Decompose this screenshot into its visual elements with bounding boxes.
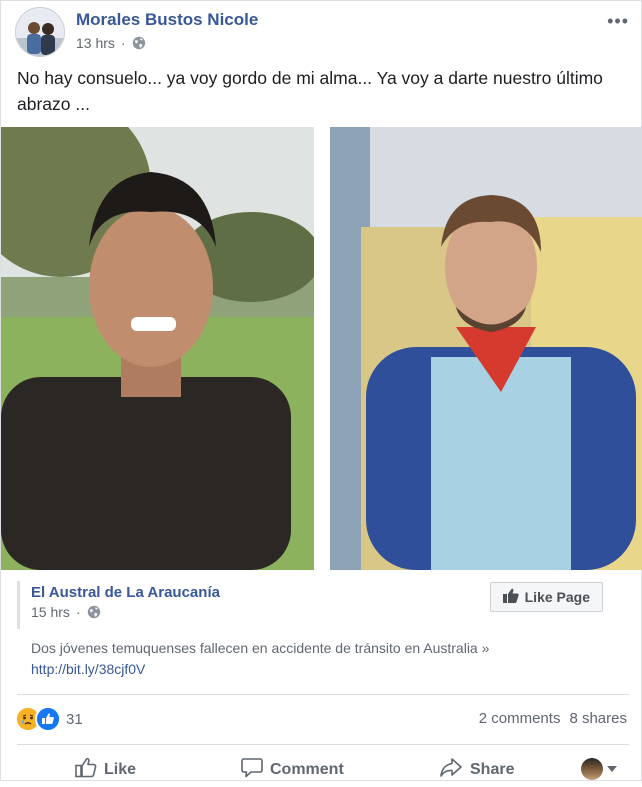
comments-count[interactable]: 2 comments xyxy=(479,710,561,727)
chevron-down-icon xyxy=(607,766,617,772)
thumbs-up-icon xyxy=(75,757,97,783)
share-arrow-icon xyxy=(439,757,463,783)
link-source-name[interactable]: El Austral de La Araucanía xyxy=(31,584,220,601)
comment-label: Comment xyxy=(270,761,344,778)
facebook-post: Morales Bustos Nicole 13 hrs · ••• No ha… xyxy=(0,0,642,781)
reaction-count[interactable]: 31 xyxy=(66,711,83,728)
link-description[interactable]: Dos jóvenes temuquenses fallecen en acci… xyxy=(31,640,489,656)
author-name[interactable]: Morales Bustos Nicole xyxy=(76,10,258,30)
post-caption: No hay consuelo... ya voy gordo de mi al… xyxy=(17,68,603,114)
comment-button[interactable]: Comment xyxy=(241,757,344,783)
like-page-label: Like Page xyxy=(524,589,590,605)
like-page-button[interactable]: Like Page xyxy=(489,582,603,612)
post-as-selector[interactable] xyxy=(581,758,617,780)
like-label: Like xyxy=(104,761,137,778)
post-photo[interactable] xyxy=(1,127,642,570)
reactions-summary[interactable]: 31 xyxy=(15,706,83,732)
like-button[interactable]: Like xyxy=(75,757,136,783)
link-url[interactable]: http://bit.ly/38cjf0V xyxy=(31,661,145,677)
speech-bubble-icon xyxy=(241,757,263,783)
post-action-bar: Like Comment Share xyxy=(17,753,629,787)
globe-icon xyxy=(87,605,101,619)
globe-icon xyxy=(132,36,146,50)
thumbs-up-icon xyxy=(502,588,519,606)
post-meta: 13 hrs · xyxy=(76,35,146,51)
shared-link-card: El Austral de La Araucanía 15 hrs · Like… xyxy=(17,577,629,677)
post-header: Morales Bustos Nicole 13 hrs · ••• xyxy=(15,7,641,59)
link-timestamp[interactable]: 15 hrs xyxy=(31,604,70,620)
share-label: Share xyxy=(470,761,515,778)
more-options-icon[interactable]: ••• xyxy=(607,11,629,32)
quote-bar xyxy=(17,581,20,629)
viewer-avatar xyxy=(581,758,603,780)
divider xyxy=(17,744,629,745)
shares-count[interactable]: 8 shares xyxy=(569,710,627,727)
like-reaction-icon xyxy=(35,706,61,732)
divider xyxy=(17,694,629,695)
engagement-counts: 2 comments 8 shares xyxy=(479,710,627,727)
share-button[interactable]: Share xyxy=(439,757,514,783)
link-meta: 15 hrs · xyxy=(31,604,101,620)
author-avatar[interactable] xyxy=(15,7,65,57)
post-timestamp[interactable]: 13 hrs xyxy=(76,35,115,51)
